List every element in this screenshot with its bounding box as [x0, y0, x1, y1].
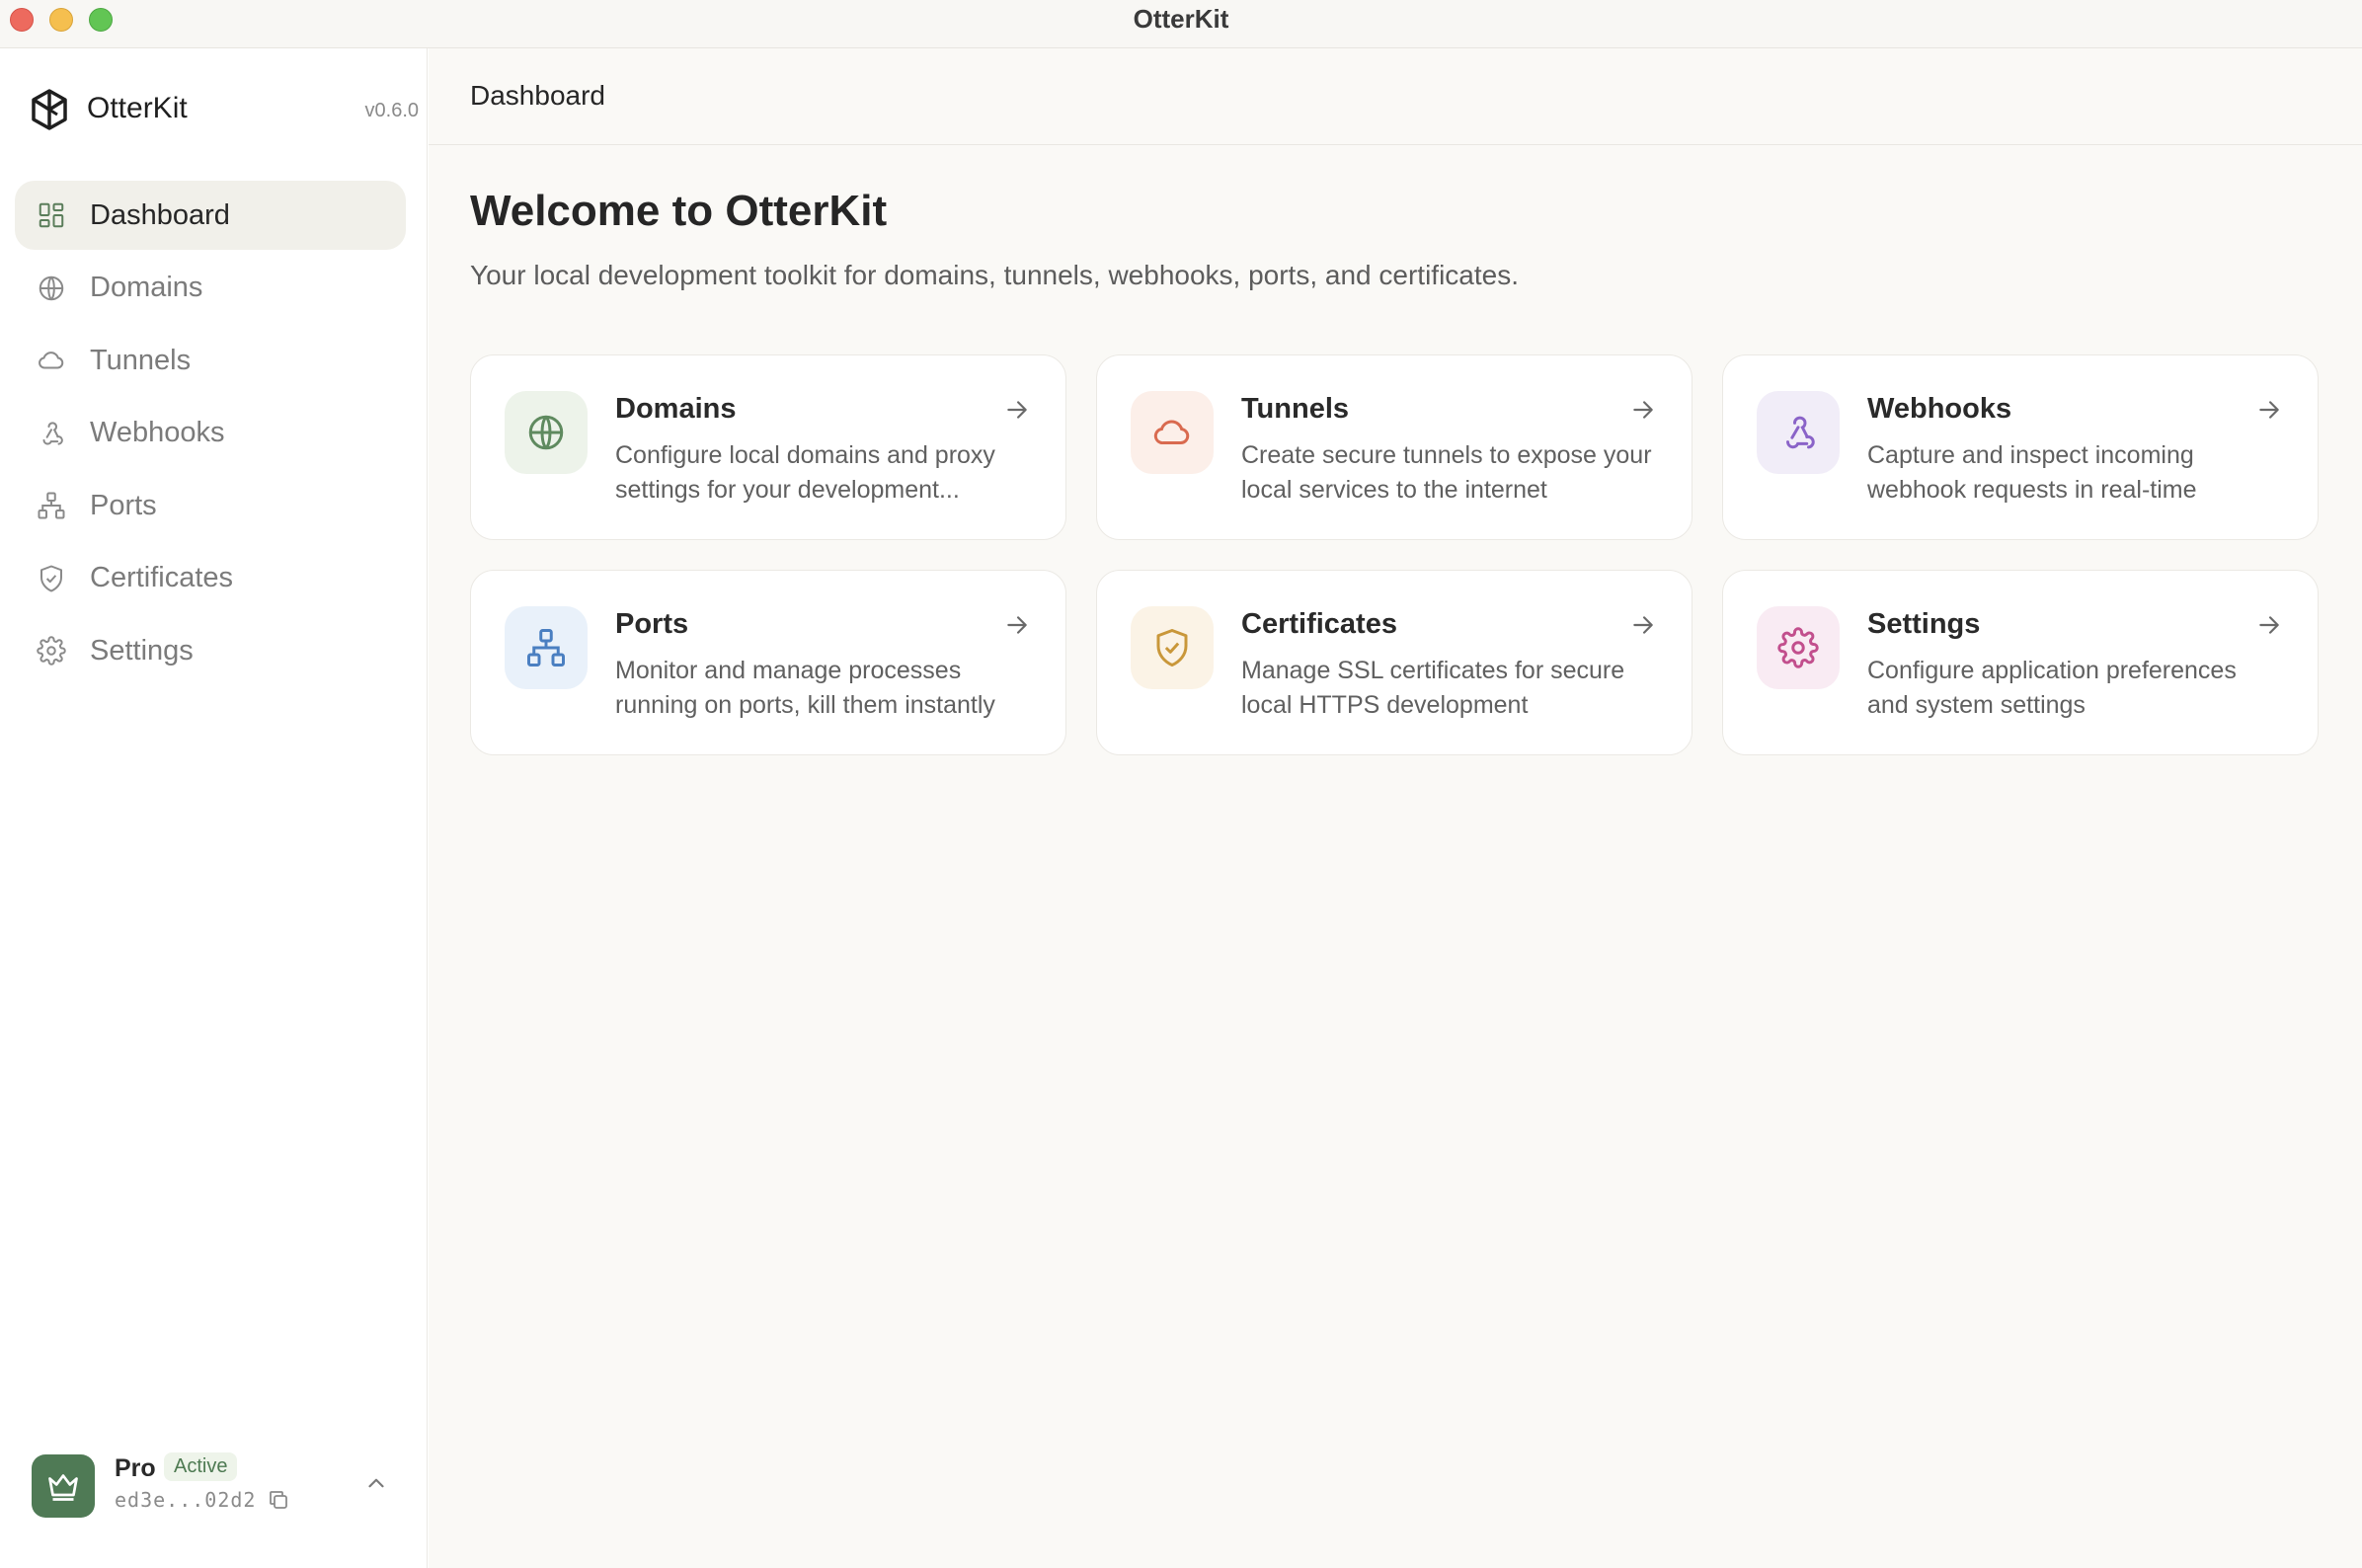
- card-icon-container: [505, 391, 588, 474]
- cloud-icon: [1153, 420, 1190, 444]
- card-title: Certificates: [1241, 608, 1397, 640]
- card-description: Configure local domains and proxy settin…: [615, 441, 995, 504]
- card-tunnels[interactable]: Tunnels Create secure tunnels to expose …: [1096, 354, 1693, 540]
- sidebar-item-label: Dashboard: [90, 198, 230, 231]
- card-description: Monitor and manage processes running on …: [615, 657, 995, 719]
- arrow-right-icon: [1007, 401, 1027, 419]
- card-icon-container: [505, 606, 588, 689]
- sidebar-item-tunnels[interactable]: Tunnels: [15, 326, 406, 395]
- card-icon-container: [1131, 606, 1214, 689]
- sidebar-item-certificates[interactable]: Certificates: [15, 544, 406, 613]
- sidebar-nav: Dashboard Domains Tunnels Webhooks Ports…: [15, 181, 406, 689]
- card-settings[interactable]: Settings Configure application preferenc…: [1722, 570, 2319, 755]
- account-switcher[interactable]: Pro Active ed3e...02d2: [18, 1449, 413, 1537]
- gear-icon: [1777, 627, 1819, 668]
- chevron-up-icon[interactable]: [363, 1470, 389, 1496]
- shield-icon: [1156, 629, 1188, 666]
- card-icon-container: [1131, 391, 1214, 474]
- sidebar-item-label: Domains: [90, 272, 203, 303]
- arrow-right-icon: [2259, 616, 2279, 634]
- card-title: Tunnels: [1241, 393, 1350, 425]
- main-content: Dashboard Welcome to OtterKit Your local…: [429, 48, 2362, 1568]
- sidebar-item-settings[interactable]: Settings: [15, 616, 406, 685]
- webhook-icon: [1786, 416, 1815, 449]
- card-description: Manage SSL certificates for secure local…: [1241, 657, 1625, 719]
- avatar: [32, 1454, 95, 1518]
- plan-name: Pro: [115, 1454, 156, 1482]
- dashboard-icon: [35, 198, 68, 232]
- network-icon: [527, 629, 565, 666]
- brand-name: OtterKit: [87, 92, 188, 124]
- status-badge: Active: [164, 1452, 238, 1481]
- card-domains[interactable]: Domains Configure local domains and prox…: [470, 354, 1066, 540]
- arrow-right-icon: [1633, 616, 1653, 634]
- app-version: v0.6.0: [364, 100, 419, 121]
- sidebar-item-label: Settings: [90, 634, 194, 666]
- arrow-right-icon: [1633, 401, 1653, 419]
- card-icon-container: [1757, 606, 1840, 689]
- page-title: Dashboard: [470, 80, 605, 111]
- arrow-right-icon: [2259, 401, 2279, 419]
- sidebar: OtterKit v0.6.0 Dashboard Domains Tunnel…: [0, 48, 428, 1568]
- copy-icon[interactable]: [267, 1488, 290, 1512]
- title-bar: OtterKit: [0, 0, 2362, 48]
- crown-icon: [48, 1474, 78, 1501]
- license-key: ed3e...02d2: [115, 1488, 257, 1512]
- card-description: Configure application preferences and sy…: [1867, 657, 2237, 719]
- globe-icon: [35, 272, 68, 305]
- sidebar-item-label: Tunnels: [90, 344, 192, 376]
- card-title: Settings: [1867, 608, 1981, 640]
- brand: OtterKit v0.6.0: [30, 88, 419, 137]
- webhook-icon: [35, 417, 68, 450]
- shield-icon: [35, 562, 68, 595]
- card-description: Create secure tunnels to expose your loc…: [1241, 441, 1652, 504]
- cloud-icon: [35, 344, 68, 377]
- sidebar-item-domains[interactable]: Domains: [15, 254, 406, 323]
- card-title: Ports: [615, 608, 689, 640]
- card-webhooks[interactable]: Webhooks Capture and inspect incoming we…: [1722, 354, 2319, 540]
- otterkit-logo-icon: [32, 89, 67, 130]
- welcome-title: Welcome to OtterKit: [470, 187, 888, 235]
- arrow-right-icon: [1007, 616, 1027, 634]
- main-header: Dashboard: [429, 48, 2362, 145]
- card-ports[interactable]: Ports Monitor and manage processes runni…: [470, 570, 1066, 755]
- gear-icon: [35, 634, 68, 667]
- globe-icon: [528, 415, 564, 450]
- card-icon-container: [1757, 391, 1840, 474]
- card-description: Capture and inspect incoming webhook req…: [1867, 441, 2197, 504]
- window-title: OtterKit: [1133, 4, 1229, 34]
- sidebar-item-label: Certificates: [90, 562, 234, 593]
- sidebar-item-label: Ports: [90, 489, 157, 521]
- card-title: Webhooks: [1867, 393, 2012, 425]
- sidebar-item-label: Webhooks: [90, 417, 225, 448]
- network-icon: [35, 489, 68, 522]
- sidebar-item-ports[interactable]: Ports: [15, 471, 406, 540]
- welcome-subtitle: Your local development toolkit for domai…: [470, 260, 1519, 290]
- card-title: Domains: [615, 393, 737, 425]
- sidebar-item-webhooks[interactable]: Webhooks: [15, 399, 406, 468]
- card-certificates[interactable]: Certificates Manage SSL certificates for…: [1096, 570, 1693, 755]
- sidebar-item-dashboard[interactable]: Dashboard: [15, 181, 406, 250]
